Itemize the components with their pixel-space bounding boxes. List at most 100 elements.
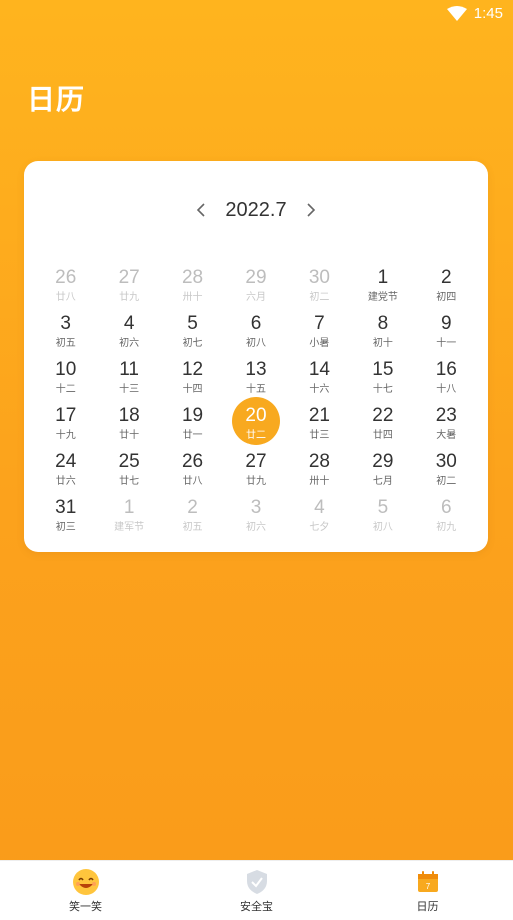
day-cell[interactable]: 8 初十 <box>351 310 414 356</box>
day-number: 6 <box>440 497 452 518</box>
day-number: 5 <box>187 313 198 334</box>
day-lunar-label: 初八 <box>372 522 393 533</box>
day-cell[interactable]: 29 六月 <box>224 264 287 310</box>
day-cell[interactable]: 7 小暑 <box>288 310 351 356</box>
day-lunar-label: 建军节 <box>114 522 145 533</box>
day-cell[interactable]: 6 初八 <box>224 310 287 356</box>
day-cell[interactable]: 9 十一 <box>415 310 478 356</box>
day-cell[interactable]: 27 廿九 <box>224 448 287 494</box>
day-cell[interactable]: 23 大暑 <box>415 402 478 448</box>
wifi-icon <box>447 6 467 21</box>
day-lunar-label: 初六 <box>119 338 140 349</box>
day-cell[interactable]: 22 廿四 <box>351 402 414 448</box>
page-title: 日历 <box>27 84 86 115</box>
day-lunar-label: 初七 <box>182 338 203 349</box>
day-cell[interactable]: 4 初六 <box>97 310 160 356</box>
day-cell[interactable]: 2 初五 <box>161 494 224 540</box>
day-number: 24 <box>55 451 77 472</box>
day-number: 13 <box>245 359 267 380</box>
day-number: 21 <box>308 405 330 426</box>
day-cell[interactable]: 1 建党节 <box>351 264 414 310</box>
day-number: 25 <box>118 451 140 472</box>
day-number: 11 <box>119 359 139 380</box>
day-cell[interactable]: 10 十二 <box>34 356 97 402</box>
day-cell[interactable]: 29 七月 <box>351 448 414 494</box>
day-lunar-label: 初十 <box>372 338 393 349</box>
nav-label-calendar: 日历 <box>416 900 439 913</box>
day-lunar-label: 卅十 <box>182 292 203 303</box>
day-number: 15 <box>372 359 394 380</box>
day-cell[interactable]: 5 初七 <box>161 310 224 356</box>
day-cell[interactable]: 6 初九 <box>415 494 478 540</box>
day-cell[interactable]: 21 廿三 <box>288 402 351 448</box>
day-lunar-label: 廿二 <box>245 430 266 441</box>
day-cell[interactable]: 15 十七 <box>351 356 414 402</box>
day-cell[interactable]: 24 廿六 <box>34 448 97 494</box>
day-cell[interactable]: 25 廿七 <box>97 448 160 494</box>
status-bar: 1:45 <box>0 0 513 28</box>
day-number: 23 <box>435 405 457 426</box>
smiley-icon <box>72 868 100 896</box>
day-cell[interactable]: 30 初二 <box>288 264 351 310</box>
day-lunar-label: 廿八 <box>182 476 203 487</box>
day-lunar-label: 廿三 <box>309 430 330 441</box>
nav-item-smile[interactable]: 笑一笑 <box>0 861 171 920</box>
day-number: 29 <box>245 267 267 288</box>
nav-item-security[interactable]: 安全宝 <box>171 861 342 920</box>
nav-label-smile: 笑一笑 <box>69 900 102 913</box>
day-lunar-label: 初九 <box>436 522 457 533</box>
month-header: 2022.7 <box>24 196 488 224</box>
shield-icon <box>243 868 271 896</box>
day-cell[interactable]: 28 卅十 <box>161 264 224 310</box>
day-cell[interactable]: 12 十四 <box>161 356 224 402</box>
day-lunar-label: 卅十 <box>309 476 330 487</box>
day-cell[interactable]: 11 十三 <box>97 356 160 402</box>
day-cell[interactable]: 13 十五 <box>224 356 287 402</box>
day-cell[interactable]: 3 初五 <box>34 310 97 356</box>
day-lunar-label: 初二 <box>436 476 457 487</box>
day-cell[interactable]: 28 卅十 <box>288 448 351 494</box>
day-cell[interactable]: 18 廿十 <box>97 402 160 448</box>
status-time: 1:45 <box>473 5 503 22</box>
day-number: 29 <box>372 451 394 472</box>
month-label: 2022.7 <box>225 198 287 221</box>
day-cell[interactable]: 14 十六 <box>288 356 351 402</box>
day-number: 7 <box>314 313 325 334</box>
day-cell[interactable]: 30 初二 <box>415 448 478 494</box>
day-cell[interactable]: 27 廿九 <box>97 264 160 310</box>
day-cell-selected[interactable]: 20 廿二 <box>224 402 287 448</box>
day-number: 9 <box>440 313 452 334</box>
day-lunar-label: 初五 <box>182 522 203 533</box>
day-number: 16 <box>435 359 457 380</box>
day-number: 30 <box>308 267 330 288</box>
day-lunar-label: 十九 <box>55 430 76 441</box>
nav-item-calendar[interactable]: 7 日历 <box>342 861 513 920</box>
next-month-button[interactable] <box>297 196 325 224</box>
day-lunar-label: 廿九 <box>245 476 266 487</box>
day-cell[interactable]: 4 七夕 <box>288 494 351 540</box>
prev-month-button[interactable] <box>187 196 215 224</box>
day-cell[interactable]: 19 廿一 <box>161 402 224 448</box>
day-cell[interactable]: 16 十八 <box>415 356 478 402</box>
day-cell[interactable]: 26 廿八 <box>34 264 97 310</box>
calendar-card: 2022.7 26 廿八 27 廿九 28 卅十 29 六月 30 初二 1 建党节 2 初四 3 初五 4 初六… <box>24 161 488 552</box>
day-number: 31 <box>55 497 77 518</box>
calendar-icon: 7 <box>414 868 442 896</box>
day-number: 19 <box>181 405 204 426</box>
day-cell[interactable]: 26 廿八 <box>161 448 224 494</box>
day-cell[interactable]: 5 初八 <box>351 494 414 540</box>
day-lunar-label: 建党节 <box>367 292 398 303</box>
day-number: 22 <box>372 405 394 426</box>
day-number: 14 <box>308 359 330 380</box>
day-cell[interactable]: 3 初六 <box>224 494 287 540</box>
day-lunar-label: 廿四 <box>372 430 393 441</box>
calendar-icon-day: 7 <box>425 882 430 891</box>
day-lunar-label: 廿八 <box>55 292 76 303</box>
day-lunar-label: 七夕 <box>309 522 330 533</box>
day-lunar-label: 六月 <box>245 292 266 303</box>
day-cell[interactable]: 31 初三 <box>34 494 97 540</box>
day-cell[interactable]: 17 十九 <box>34 402 97 448</box>
day-lunar-label: 十五 <box>245 384 266 395</box>
day-cell[interactable]: 2 初四 <box>415 264 478 310</box>
day-cell[interactable]: 1 建军节 <box>97 494 160 540</box>
